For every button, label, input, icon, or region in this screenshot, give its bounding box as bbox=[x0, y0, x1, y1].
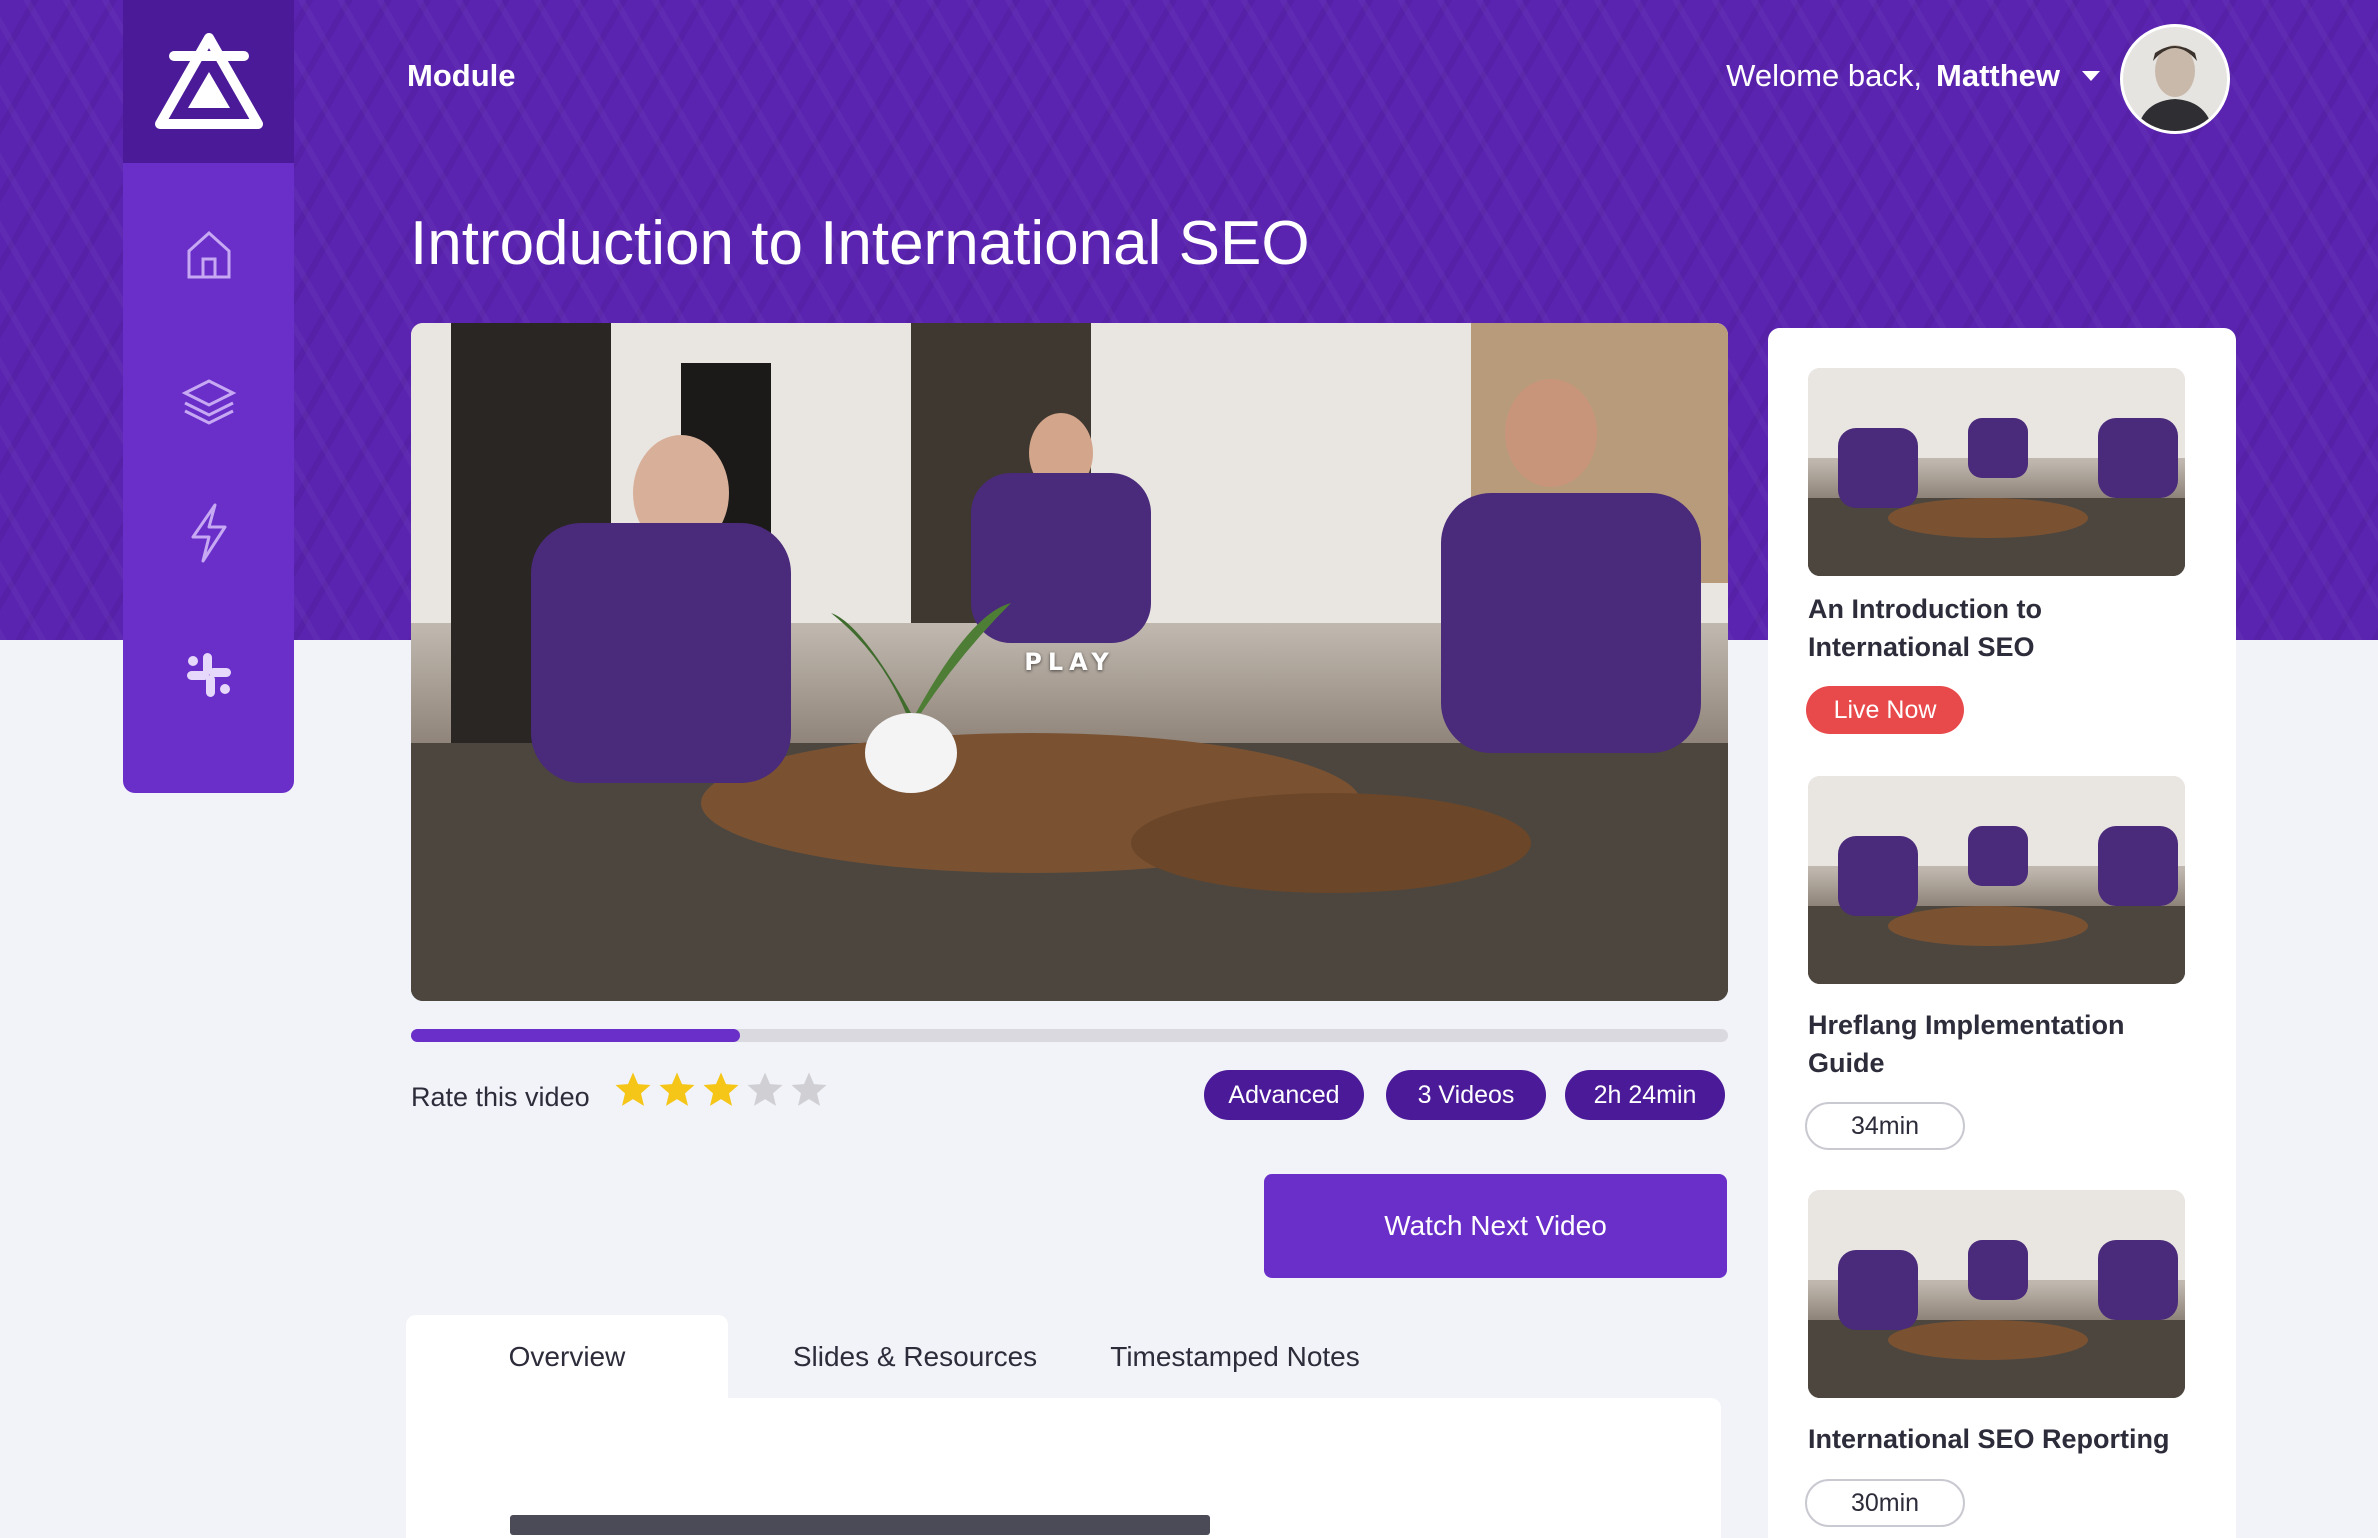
chevron-down-icon bbox=[2082, 71, 2100, 81]
live-now-badge: Live Now bbox=[1806, 686, 1964, 734]
rate-label: Rate this video bbox=[411, 1082, 590, 1112]
slack-icon[interactable] bbox=[179, 645, 239, 705]
video-progress-fill bbox=[411, 1029, 741, 1042]
rating-stars[interactable] bbox=[613, 1070, 829, 1110]
videos-count-tag: 3 Videos bbox=[1386, 1070, 1546, 1120]
playlist-thumbnail[interactable] bbox=[1808, 368, 2185, 576]
star-filled-icon[interactable] bbox=[701, 1070, 741, 1110]
star-empty-icon[interactable] bbox=[745, 1070, 785, 1110]
thumbnail-image bbox=[1808, 368, 2185, 576]
playlist-panel: An Introduction to International SEO Liv… bbox=[1768, 328, 2236, 1538]
duration-badge: 30min bbox=[1805, 1479, 1965, 1527]
user-name: Matthew bbox=[1936, 58, 2060, 93]
tab-overview[interactable]: Overview bbox=[406, 1315, 728, 1399]
video-progress-bar[interactable] bbox=[411, 1029, 1728, 1042]
page-title: Introduction to International SEO bbox=[410, 209, 1310, 278]
user-menu[interactable]: Welome back, Matthew bbox=[1726, 58, 2100, 94]
content-heading-partial bbox=[510, 1515, 1210, 1535]
playlist-thumbnail[interactable] bbox=[1808, 776, 2185, 984]
play-button[interactable]: PLAY bbox=[1024, 648, 1115, 676]
watch-next-button[interactable]: Watch Next Video bbox=[1264, 1174, 1727, 1278]
star-empty-icon[interactable] bbox=[789, 1070, 829, 1110]
home-icon[interactable] bbox=[179, 225, 239, 285]
user-avatar-icon bbox=[2123, 27, 2227, 131]
video-player[interactable]: PLAY bbox=[411, 323, 1728, 1001]
tab-timestamped-notes[interactable]: Timestamped Notes bbox=[1090, 1315, 1380, 1399]
star-filled-icon[interactable] bbox=[613, 1070, 653, 1110]
module-label: Module bbox=[407, 58, 516, 93]
tab-slides-resources[interactable]: Slides & Resources bbox=[760, 1315, 1070, 1399]
logo-icon bbox=[154, 32, 263, 129]
sidebar bbox=[123, 163, 294, 793]
duration-tag: 2h 24min bbox=[1565, 1070, 1725, 1120]
thumbnail-image bbox=[1808, 776, 2185, 984]
lightning-icon[interactable] bbox=[179, 503, 239, 563]
star-filled-icon[interactable] bbox=[657, 1070, 697, 1110]
thumbnail-image bbox=[1808, 1190, 2185, 1398]
level-tag: Advanced bbox=[1204, 1070, 1364, 1120]
playlist-item-title[interactable]: Hreflang Implementation Guide bbox=[1808, 1006, 2198, 1082]
avatar[interactable] bbox=[2120, 24, 2230, 134]
playlist-item-title[interactable]: An Introduction to International SEO bbox=[1808, 590, 2198, 666]
layers-icon[interactable] bbox=[179, 371, 239, 431]
welcome-text: Welome back, bbox=[1726, 58, 1922, 93]
duration-badge: 34min bbox=[1805, 1102, 1965, 1150]
brand-logo[interactable] bbox=[123, 0, 294, 163]
playlist-item-title[interactable]: International SEO Reporting bbox=[1808, 1420, 2198, 1458]
playlist-thumbnail[interactable] bbox=[1808, 1190, 2185, 1398]
